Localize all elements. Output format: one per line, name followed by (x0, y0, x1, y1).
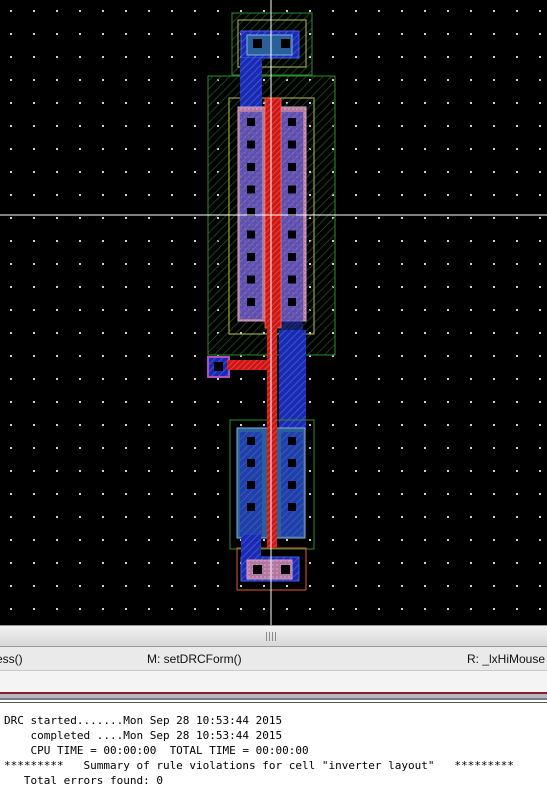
contact (247, 253, 255, 261)
grip-icon[interactable] (266, 632, 276, 641)
mouse-bindings-bar: ess() M: setDRCForm() R: _lxHiMouse (0, 647, 547, 671)
mouse-right-binding: R: _lxHiMouse (467, 652, 546, 666)
pane-splitter[interactable] (0, 625, 547, 647)
log-line: Total errors found: 0 (4, 774, 163, 787)
mouse-middle-binding: M: setDRCForm() (147, 652, 242, 666)
contact (288, 298, 296, 306)
contact (214, 362, 223, 371)
contact (288, 481, 296, 489)
contact (247, 459, 255, 467)
command-line-area[interactable] (0, 671, 547, 692)
contact (288, 118, 296, 126)
contact (247, 230, 255, 239)
output-metal (279, 330, 306, 430)
contact (247, 481, 255, 489)
contact (288, 503, 296, 511)
contact (288, 459, 296, 467)
log-line: CPU TIME = 00:00:00 TOTAL TIME = 00:00:0… (4, 744, 309, 757)
contact (247, 185, 255, 194)
contact (253, 565, 262, 574)
contact (247, 140, 255, 149)
contact (247, 163, 255, 171)
contact (281, 39, 290, 48)
log-line: DRC started.......Mon Sep 28 10:53:44 20… (4, 714, 283, 727)
contact (288, 275, 296, 284)
contact (288, 253, 296, 261)
contact (288, 230, 296, 239)
contact (288, 140, 296, 149)
poly-input-branch (227, 360, 271, 370)
contact (288, 163, 296, 171)
contact (247, 298, 255, 306)
layout-canvas[interactable] (0, 0, 547, 625)
contact (288, 185, 296, 194)
contact (281, 565, 290, 574)
contact (247, 275, 255, 284)
layout-drawing[interactable] (0, 0, 547, 625)
contact (288, 437, 296, 445)
contact (247, 437, 255, 445)
log-line: completed ....Mon Sep 28 10:53:44 2015 (4, 729, 283, 742)
contact (247, 503, 255, 511)
contact (247, 118, 255, 126)
pmos-poly-gate (264, 97, 282, 329)
log-line: ********* Summary of rule violations for… (4, 759, 514, 772)
contact (253, 39, 262, 48)
mouse-left-binding: ess() (0, 652, 23, 666)
gnd-strap-metal (241, 535, 261, 559)
log-output: DRC started.......Mon Sep 28 10:53:44 20… (0, 702, 547, 790)
poly-gate-line (267, 326, 277, 548)
log-separator[interactable] (0, 692, 547, 700)
